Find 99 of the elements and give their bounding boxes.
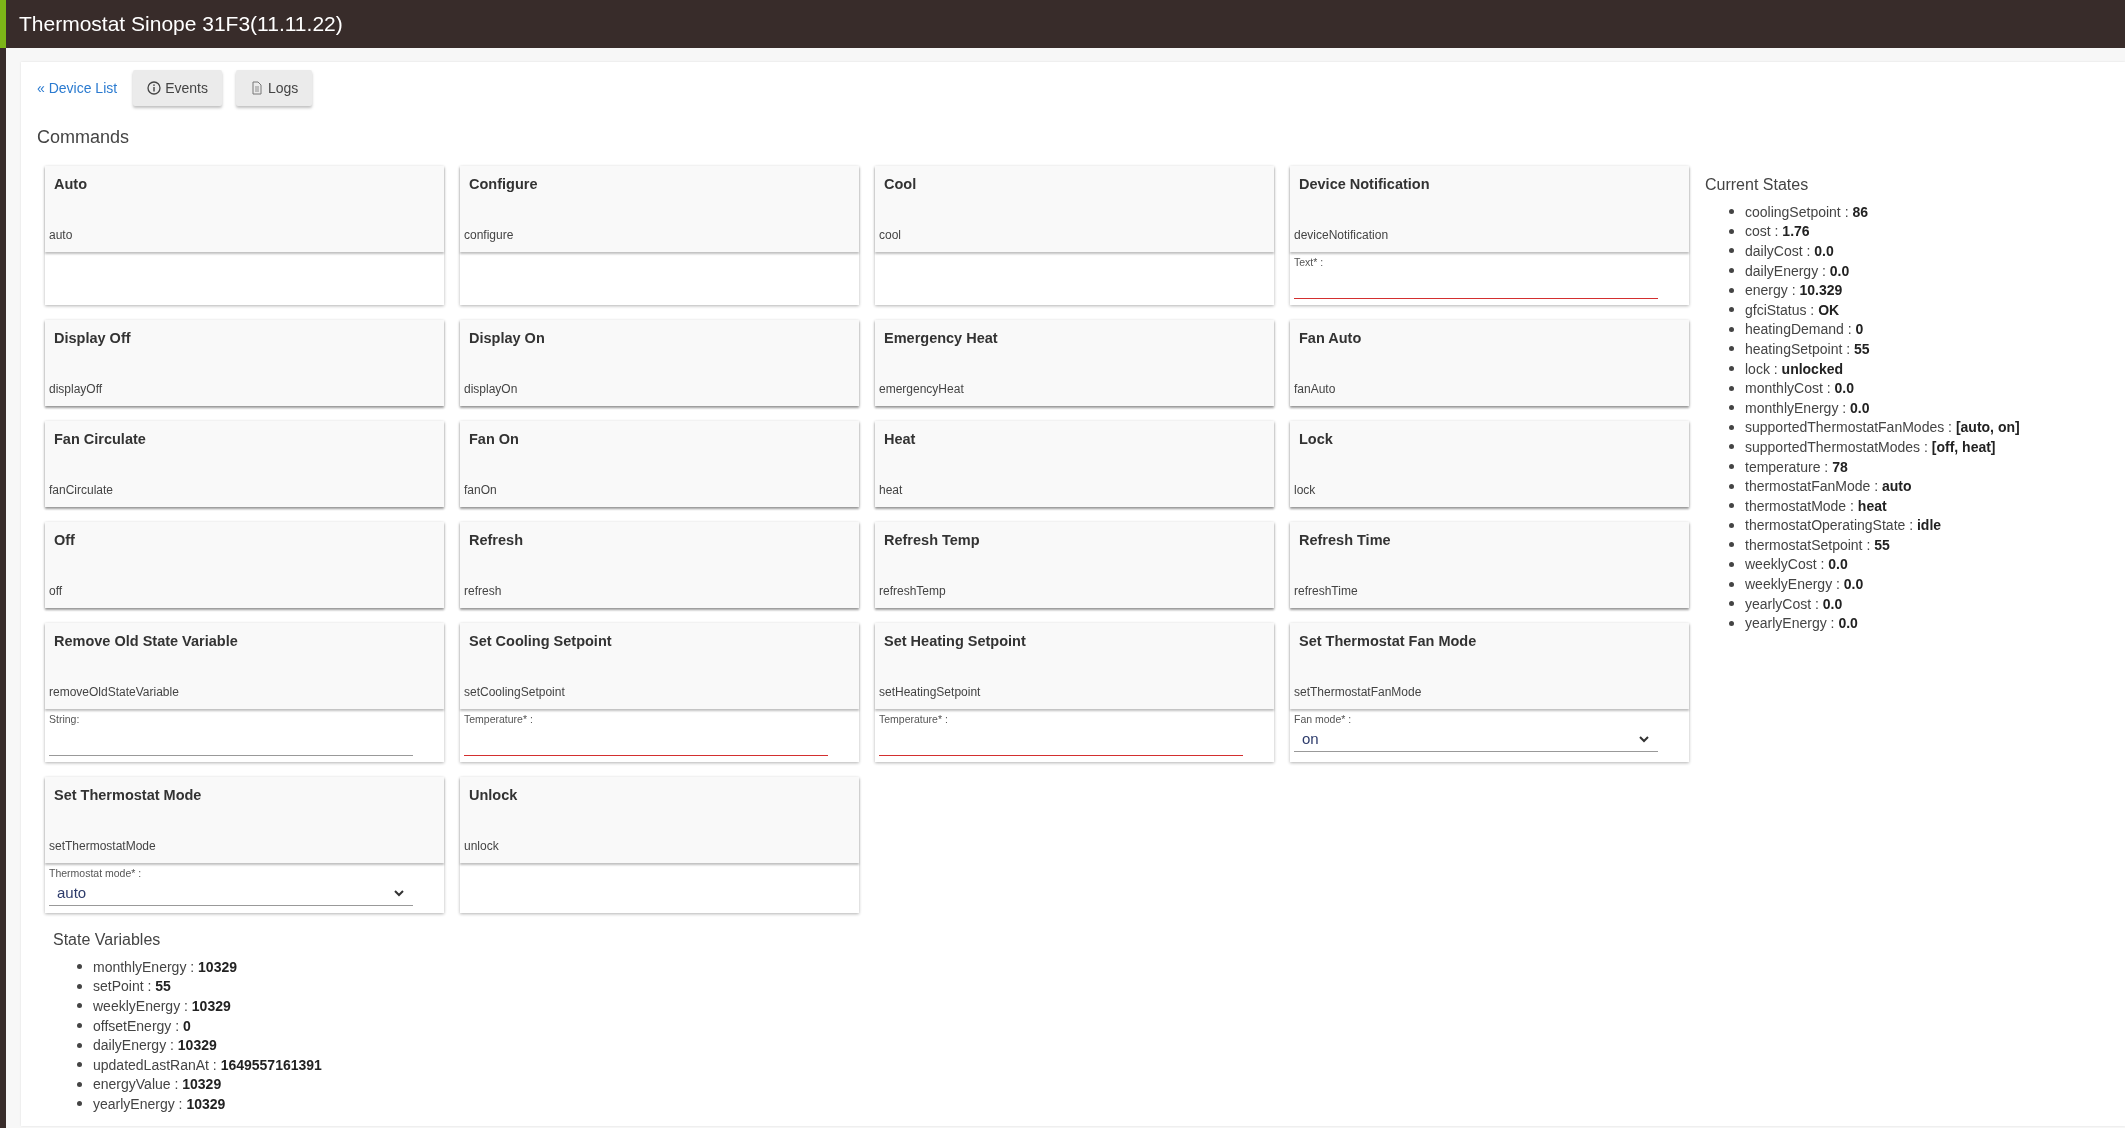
state-item: heatingSetpoint : 55 bbox=[1745, 340, 1870, 357]
page-title: Thermostat Sinope 31F3(11.11.22) bbox=[19, 12, 343, 36]
command-button[interactable]: Heat heat bbox=[875, 421, 1274, 507]
field-label: Thermostat mode* : bbox=[49, 867, 143, 879]
command-button[interactable]: Emergency Heat emergencyHeat bbox=[875, 320, 1274, 406]
field-label: Temperature* : bbox=[879, 713, 949, 725]
bullet-icon bbox=[1729, 620, 1734, 626]
bullet-icon bbox=[1729, 346, 1734, 352]
bullet-icon bbox=[1729, 503, 1734, 509]
bullet-icon bbox=[77, 1062, 82, 1068]
logs-button[interactable]: Logs bbox=[235, 70, 313, 106]
state-item: supportedThermostatModes : [off, heat] bbox=[1745, 438, 1996, 455]
state-item: temperature : 78 bbox=[1745, 458, 1848, 475]
bullet-icon bbox=[1729, 522, 1734, 528]
state-item: lock : unlocked bbox=[1745, 360, 1844, 377]
command-button[interactable]: Refresh Temp refreshTemp bbox=[875, 522, 1274, 608]
command-button[interactable]: Fan Circulate fanCirculate bbox=[45, 421, 444, 507]
state-item: setPoint : 55 bbox=[93, 978, 171, 995]
state-item: updatedLastRanAt : 1649557161391 bbox=[93, 1056, 322, 1073]
command-button[interactable]: Set Thermostat Mode setThermostatMode bbox=[45, 777, 444, 863]
state-item: dailyCost : 0.0 bbox=[1745, 243, 1834, 259]
command-button[interactable]: Set Cooling Setpoint setCoolingSetpoint bbox=[460, 623, 859, 709]
bullet-icon bbox=[1729, 562, 1734, 567]
state-item: monthlyCost : 0.0 bbox=[1745, 380, 1854, 397]
command-button[interactable]: Auto auto bbox=[45, 166, 444, 252]
bullet-icon bbox=[1729, 287, 1734, 293]
bullet-icon bbox=[1729, 581, 1734, 587]
bullet-icon bbox=[1729, 405, 1734, 411]
document-icon bbox=[249, 81, 264, 95]
state-item: thermostatMode : heat bbox=[1745, 497, 1887, 514]
bullet-icon bbox=[1729, 366, 1734, 372]
command-button[interactable]: Unlock unlock bbox=[460, 777, 859, 863]
state-item: yearlyEnergy : 10329 bbox=[93, 1095, 226, 1112]
state-item: yearlyCost : 0.0 bbox=[1745, 595, 1843, 612]
bullet-icon bbox=[77, 1101, 82, 1107]
command-button[interactable]: Configure configure bbox=[460, 166, 859, 252]
state-item: cost : 1.76 bbox=[1745, 223, 1810, 240]
bullet-icon bbox=[77, 1003, 82, 1009]
command-button[interactable]: Refresh Time refreshTime bbox=[1290, 522, 1689, 608]
section-title: Current States bbox=[1705, 176, 1810, 194]
select-field[interactable]: auto bbox=[49, 880, 413, 906]
state-item: weeklyCost : 0.0 bbox=[1745, 556, 1848, 573]
section-title: State Variables bbox=[53, 931, 162, 949]
state-item: weeklyEnergy : 0.0 bbox=[1745, 576, 1864, 593]
bullet-icon bbox=[1729, 483, 1734, 489]
bullet-icon bbox=[1729, 248, 1734, 254]
field-label: String: bbox=[49, 713, 81, 725]
command-button[interactable]: Cool cool bbox=[875, 166, 1274, 252]
command-button[interactable]: Display On displayOn bbox=[460, 320, 859, 406]
bullet-icon bbox=[1729, 307, 1734, 313]
state-item: yearlyEnergy : 0.0 bbox=[1745, 615, 1858, 632]
bullet-icon bbox=[1729, 209, 1734, 215]
command-button[interactable]: Fan On fanOn bbox=[460, 421, 859, 507]
command-button[interactable]: Device Notification deviceNotification bbox=[1290, 166, 1689, 252]
bullet-icon bbox=[1729, 326, 1734, 332]
command-button[interactable]: Set Thermostat Fan Mode setThermostatFanMode bbox=[1290, 623, 1689, 709]
bullet-icon bbox=[77, 983, 82, 989]
command-button[interactable]: Refresh refresh bbox=[460, 522, 859, 608]
bullet-icon bbox=[77, 1023, 82, 1029]
command-button[interactable]: Fan Auto fanAuto bbox=[1290, 320, 1689, 406]
state-item: supportedThermostatFanModes : [auto, on] bbox=[1745, 419, 2020, 436]
bullet-icon bbox=[1729, 464, 1734, 469]
state-item: dailyEnergy : 10329 bbox=[93, 1037, 217, 1054]
events-button[interactable]: Events bbox=[133, 70, 222, 106]
field-label: Temperature* : bbox=[464, 713, 534, 725]
state-item: heatingDemand : 0 bbox=[1745, 321, 1864, 338]
bullet-icon bbox=[1729, 542, 1734, 548]
bullet-icon bbox=[1729, 268, 1734, 274]
state-item: monthlyEnergy : 10329 bbox=[93, 958, 237, 975]
state-item: energyValue : 10329 bbox=[93, 1076, 222, 1093]
state-item: gfciStatus : OK bbox=[1745, 301, 1840, 318]
device-list-link[interactable]: « Device List bbox=[37, 80, 118, 96]
state-item: thermostatFanMode : auto bbox=[1745, 478, 1912, 495]
command-button[interactable]: Remove Old State Variable removeOldStateVariable bbox=[45, 623, 444, 709]
state-item: coolingSetpoint : 86 bbox=[1745, 203, 1868, 220]
state-item: energy : 10.329 bbox=[1745, 282, 1843, 299]
bullet-icon bbox=[77, 1081, 82, 1087]
info-icon bbox=[147, 81, 162, 95]
state-item: weeklyEnergy : 10329 bbox=[93, 998, 231, 1014]
command-button[interactable]: Lock lock bbox=[1290, 421, 1689, 507]
state-item: offsetEnergy : 0 bbox=[93, 1017, 191, 1034]
bullet-icon bbox=[1729, 228, 1734, 234]
bullet-icon bbox=[1729, 601, 1734, 607]
bullet-icon bbox=[77, 1042, 82, 1048]
bullet-icon bbox=[1729, 424, 1734, 430]
select-field[interactable]: on bbox=[1294, 726, 1658, 752]
state-item: thermostatOperatingState : idle bbox=[1745, 517, 1942, 534]
bullet-icon bbox=[1729, 385, 1734, 391]
command-button[interactable]: Set Heating Setpoint setHeatingSetpoint bbox=[875, 623, 1274, 709]
field-label: Fan mode* : bbox=[1294, 713, 1353, 725]
state-item: thermostatSetpoint : 55 bbox=[1745, 536, 1890, 553]
field-label: Text* : bbox=[1294, 256, 1325, 268]
state-item: dailyEnergy : 0.0 bbox=[1745, 262, 1850, 279]
state-item: monthlyEnergy : 0.0 bbox=[1745, 399, 1870, 416]
command-button[interactable]: Off off bbox=[45, 522, 444, 608]
bullet-icon bbox=[77, 964, 82, 970]
section-title: Commands bbox=[37, 127, 131, 148]
command-button[interactable]: Display Off displayOff bbox=[45, 320, 444, 406]
bullet-icon bbox=[1729, 444, 1734, 450]
